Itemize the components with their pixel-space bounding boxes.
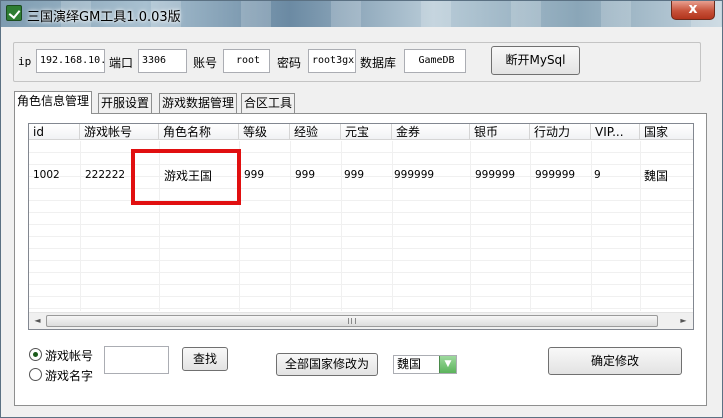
column-header-silver[interactable]: 银币 bbox=[470, 124, 530, 140]
search-button-label: 查找 bbox=[192, 352, 217, 366]
column-header-id[interactable]: id bbox=[29, 124, 80, 140]
search-input[interactable] bbox=[104, 346, 169, 374]
column-header-nation[interactable]: 国家 bbox=[640, 124, 693, 140]
port-input[interactable]: 3306 bbox=[138, 49, 187, 73]
column-header-gold-coupon[interactable]: 金券 bbox=[392, 124, 470, 140]
tab-server-settings[interactable]: 开服设置 bbox=[98, 93, 153, 113]
grid-column-divider bbox=[341, 141, 342, 311]
disconnect-mysql-label: 断开MySql bbox=[505, 53, 566, 67]
grid-header: id 游戏帐号 角色名称 等级 经验 元宝 金券 银币 行动力 VIP... 国… bbox=[29, 124, 693, 140]
grid-column-divider bbox=[80, 141, 81, 311]
column-header-level[interactable]: 等级 bbox=[239, 124, 290, 140]
grid-column-divider bbox=[470, 141, 471, 311]
grid-row-lines bbox=[29, 141, 693, 311]
change-all-nation-label: 全部国家修改为 bbox=[284, 357, 369, 371]
nation-select-value: 魏国 bbox=[397, 357, 422, 371]
ip-label: ip bbox=[18, 55, 32, 68]
column-header-action-points[interactable]: 行动力 bbox=[530, 124, 591, 140]
grid-column-divider bbox=[530, 141, 531, 311]
port-label: 端口 bbox=[109, 56, 134, 70]
cell-action-points[interactable]: 999999 bbox=[535, 169, 575, 181]
cell-silver[interactable]: 999999 bbox=[475, 169, 515, 181]
column-header-exp[interactable]: 经验 bbox=[290, 124, 341, 140]
cell-vip[interactable]: 9 bbox=[594, 169, 601, 181]
column-header-role-name[interactable]: 角色名称 bbox=[159, 124, 239, 140]
cell-gold-coupon[interactable]: 999999 bbox=[394, 169, 434, 181]
scroll-thumb[interactable] bbox=[46, 315, 658, 327]
column-header-vip[interactable]: VIP... bbox=[591, 124, 640, 140]
tab-merge-tool[interactable]: 合区工具 bbox=[241, 93, 296, 113]
change-all-nation-button[interactable]: 全部国家修改为 bbox=[276, 353, 378, 376]
cell-level[interactable]: 999 bbox=[244, 169, 264, 181]
radio-by-account-label: 游戏帐号 bbox=[45, 349, 94, 363]
password-label: 密码 bbox=[277, 56, 302, 70]
role-grid[interactable]: id 游戏帐号 角色名称 等级 经验 元宝 金券 银币 行动力 VIP... 国… bbox=[28, 123, 694, 330]
tab-role-info[interactable]: 角色信息管理 bbox=[14, 91, 93, 114]
confirm-modify-label: 确定修改 bbox=[590, 354, 639, 368]
disconnect-mysql-button[interactable]: 断开MySql bbox=[491, 46, 580, 75]
close-button[interactable]: x bbox=[671, 1, 715, 20]
highlight-box bbox=[131, 149, 241, 205]
cell-exp[interactable]: 999 bbox=[295, 169, 315, 181]
horizontal-scrollbar[interactable]: ◄ ► bbox=[29, 312, 693, 329]
radio-by-account[interactable] bbox=[29, 348, 42, 361]
confirm-modify-button[interactable]: 确定修改 bbox=[548, 347, 682, 375]
radio-by-name-label: 游戏名字 bbox=[45, 369, 94, 383]
ip-input[interactable]: 192.168.10. bbox=[36, 49, 105, 73]
scroll-left-arrow-icon[interactable]: ◄ bbox=[29, 313, 46, 330]
column-header-account[interactable]: 游戏帐号 bbox=[80, 124, 159, 140]
app-check-icon bbox=[6, 5, 22, 21]
search-button[interactable]: 查找 bbox=[182, 347, 228, 371]
gm-tool-window: 三国演绎GM工具1.0.03版 x ip 192.168.10. 端口 3306… bbox=[0, 0, 723, 418]
title-bar[interactable]: 三国演绎GM工具1.0.03版 x bbox=[1, 1, 722, 27]
database-input[interactable]: GameDB bbox=[404, 49, 466, 73]
scroll-grip-icon bbox=[348, 318, 356, 324]
account-input[interactable]: root bbox=[223, 49, 270, 73]
window-title: 三国演绎GM工具1.0.03版 bbox=[27, 10, 181, 25]
nation-select[interactable]: 魏国 ▼ bbox=[393, 355, 457, 374]
grid-column-divider bbox=[392, 141, 393, 311]
cell-ingot[interactable]: 999 bbox=[344, 169, 364, 181]
database-label: 数据库 bbox=[360, 56, 397, 70]
cell-id[interactable]: 1002 bbox=[33, 169, 60, 181]
password-input[interactable]: root3gx bbox=[308, 49, 356, 73]
grid-column-divider bbox=[640, 141, 641, 311]
column-header-ingot[interactable]: 元宝 bbox=[341, 124, 392, 140]
dropdown-arrow-icon[interactable]: ▼ bbox=[439, 356, 456, 373]
grid-column-divider bbox=[591, 141, 592, 311]
tab-game-data[interactable]: 游戏数据管理 bbox=[159, 93, 238, 113]
radio-by-name[interactable] bbox=[29, 368, 42, 381]
scroll-right-arrow-icon[interactable]: ► bbox=[675, 313, 692, 330]
cell-nation[interactable]: 魏国 bbox=[644, 167, 668, 184]
grid-column-divider bbox=[290, 141, 291, 311]
account-label: 账号 bbox=[193, 56, 218, 70]
cell-account[interactable]: 222222 bbox=[85, 169, 125, 181]
